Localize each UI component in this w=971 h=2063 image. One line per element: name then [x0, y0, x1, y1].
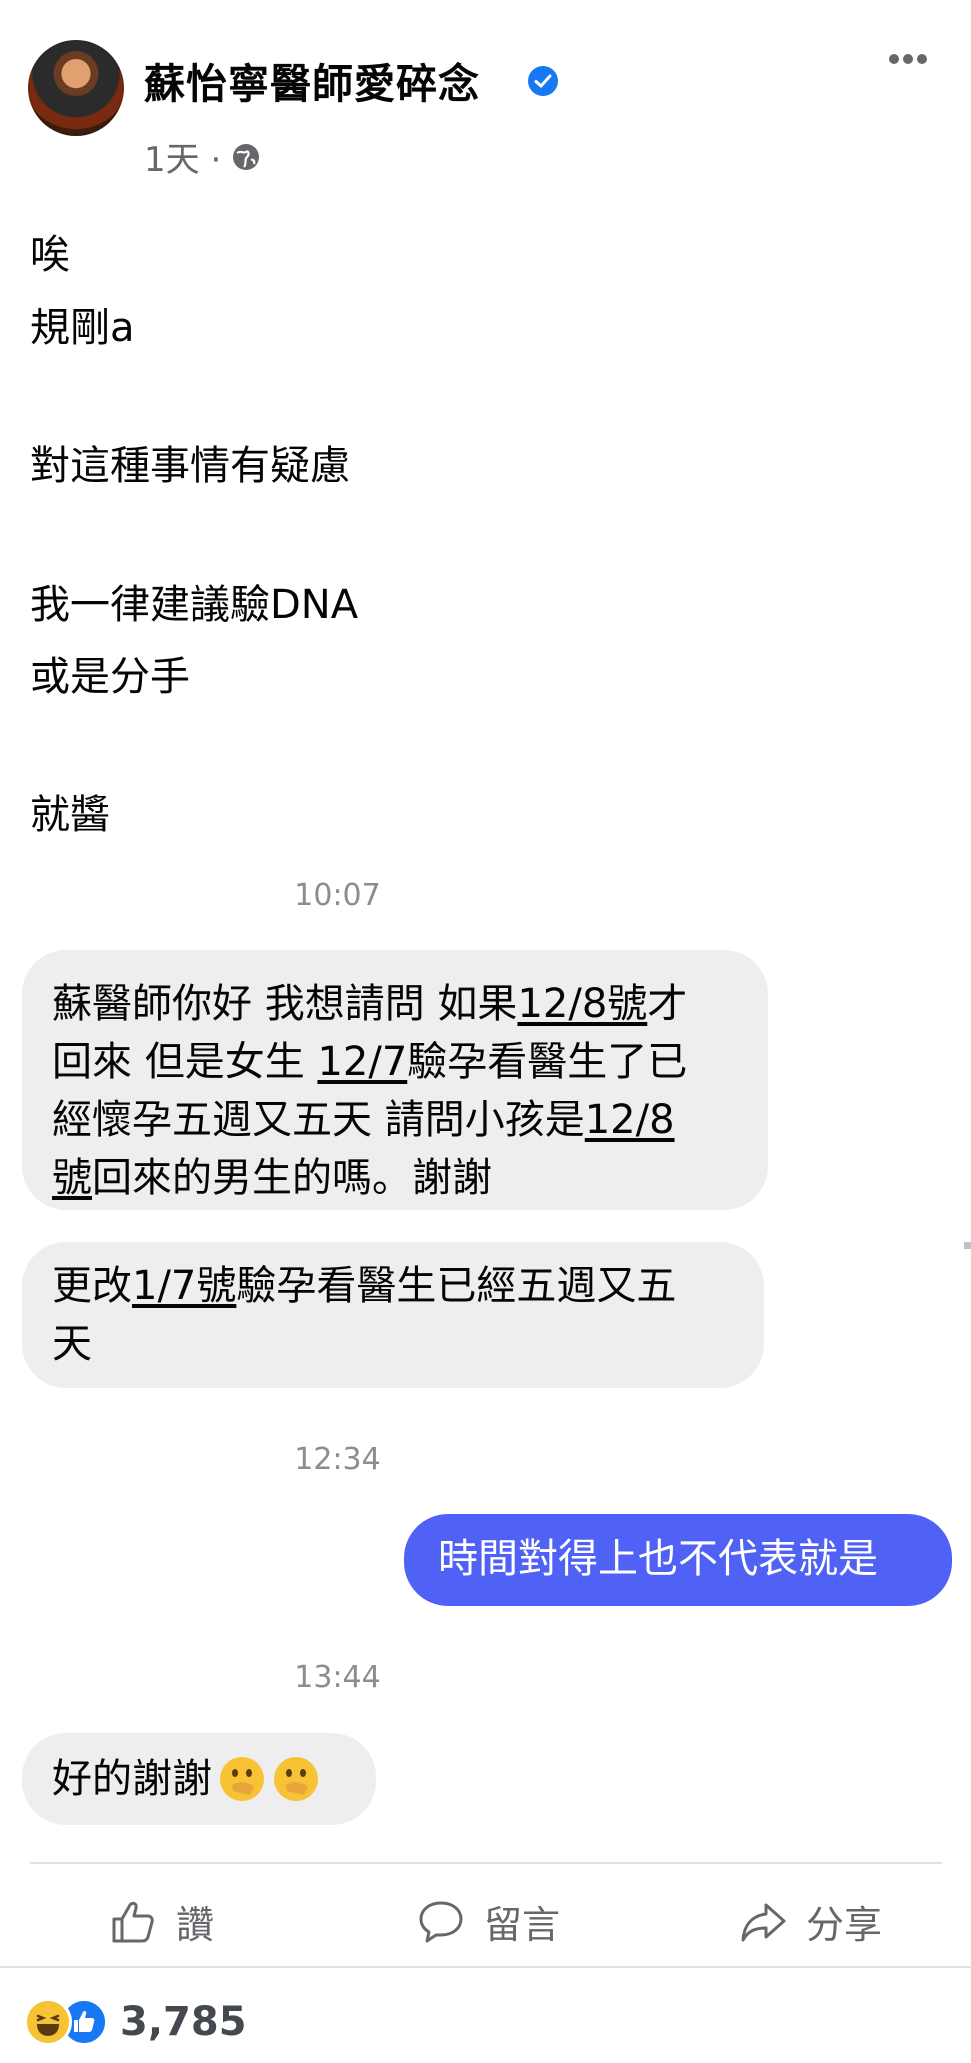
avatar[interactable] — [28, 40, 124, 136]
reaction-count: 3,785 — [120, 1999, 247, 2045]
globe-icon — [233, 143, 260, 170]
reactions-summary[interactable]: 3,785 — [24, 1998, 247, 2046]
post-line: 就醬 — [30, 792, 110, 838]
chat-timestamp: 12:34 — [294, 1442, 381, 1477]
post-time[interactable]: 1天 · — [144, 132, 221, 181]
post-line: 我一律建議驗DNA — [30, 582, 359, 628]
divider — [0, 1966, 971, 1968]
divider — [30, 1862, 942, 1864]
post-line: 規剛a — [30, 305, 135, 351]
post-line: 對這種事情有疑慮 — [30, 443, 350, 489]
thumbs-up-icon — [112, 1901, 154, 1942]
comment-button[interactable]: 留言 — [416, 1894, 560, 1949]
outgoing-message: 時間對得上也不代表就是 — [404, 1514, 952, 1606]
hand-over-mouth-emoji-icon — [274, 1757, 318, 1801]
verified-badge-icon — [528, 66, 558, 96]
like-button[interactable]: 讚 — [108, 1894, 214, 1949]
incoming-message: 蘇醫師你好 我想請問 如果12/8號才 回來 但是女生 12/7驗孕看醫生了已 … — [22, 950, 768, 1210]
share-icon — [741, 1903, 786, 1941]
incoming-message: 好的謝謝 — [22, 1733, 376, 1825]
chat-timestamp: 13:44 — [294, 1660, 381, 1695]
comment-icon — [419, 1901, 463, 1942]
haha-reaction-icon — [24, 1998, 72, 2046]
post-line: 或是分手 — [30, 654, 190, 700]
hand-over-mouth-emoji-icon — [220, 1757, 264, 1801]
post-line: 唉 — [30, 232, 70, 278]
more-options-icon[interactable] — [888, 52, 928, 66]
post-header: 蘇怡寧醫師愛碎念 1天 · — [0, 0, 971, 180]
scroll-indicator — [964, 1242, 971, 1249]
action-bar: 讚 留言 分享 — [0, 1870, 971, 1966]
chat-timestamp: 10:07 — [294, 878, 381, 913]
author-name[interactable]: 蘇怡寧醫師愛碎念 — [144, 50, 480, 110]
incoming-message: 更改1/7號驗孕看醫生已經五週又五 天 — [22, 1242, 764, 1388]
share-button[interactable]: 分享 — [738, 1894, 882, 1949]
post-meta: 1天 · — [144, 132, 261, 181]
